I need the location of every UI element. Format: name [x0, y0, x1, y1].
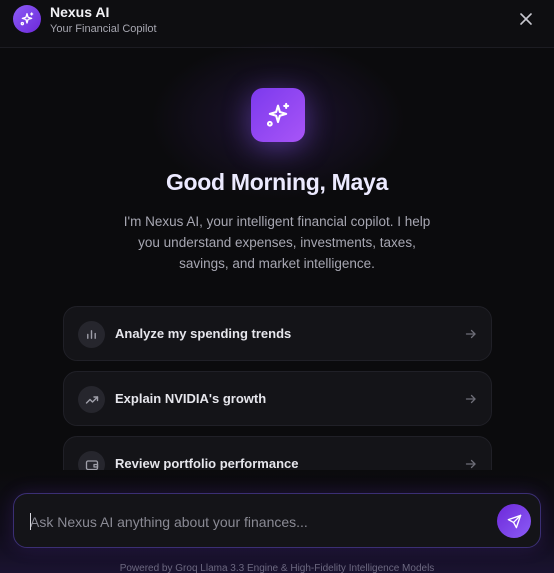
suggestion-label: Analyze my spending trends — [115, 326, 292, 341]
wallet-icon — [78, 451, 105, 472]
suggestion-label: Review portfolio performance — [115, 456, 299, 471]
composer — [13, 493, 541, 548]
bar-chart-icon — [78, 321, 105, 348]
close-icon — [520, 13, 532, 25]
sparkles-icon — [13, 5, 41, 33]
suggestion-list: Analyze my spending trends Explain NVIDI… — [63, 306, 492, 472]
greeting-heading: Good Morning, Maya — [165, 169, 389, 195]
send-icon — [507, 514, 521, 528]
chat-input[interactable] — [30, 511, 480, 533]
sparkles-icon — [251, 88, 305, 142]
close-button[interactable] — [516, 9, 536, 29]
text-caret — [30, 513, 31, 530]
app-title: Nexus AI — [50, 4, 110, 20]
trending-up-icon — [78, 386, 105, 413]
suggestion-card-spending[interactable]: Analyze my spending trends — [63, 306, 492, 361]
app-subtitle: Your Financial Copilot — [50, 23, 157, 35]
intro-text: I'm Nexus AI, your intelligent financial… — [123, 214, 431, 271]
arrow-right-icon — [464, 392, 478, 406]
arrow-right-icon — [464, 327, 478, 341]
send-button[interactable] — [497, 504, 531, 538]
suggestion-card-nvidia[interactable]: Explain NVIDIA's growth — [63, 371, 492, 426]
suggestion-card-portfolio[interactable]: Review portfolio performance — [63, 436, 492, 472]
suggestion-label: Explain NVIDIA's growth — [115, 391, 267, 406]
powered-by-note: Powered by Groq Llama 3.3 Engine & High-… — [119, 563, 435, 573]
arrow-right-icon — [464, 457, 478, 471]
